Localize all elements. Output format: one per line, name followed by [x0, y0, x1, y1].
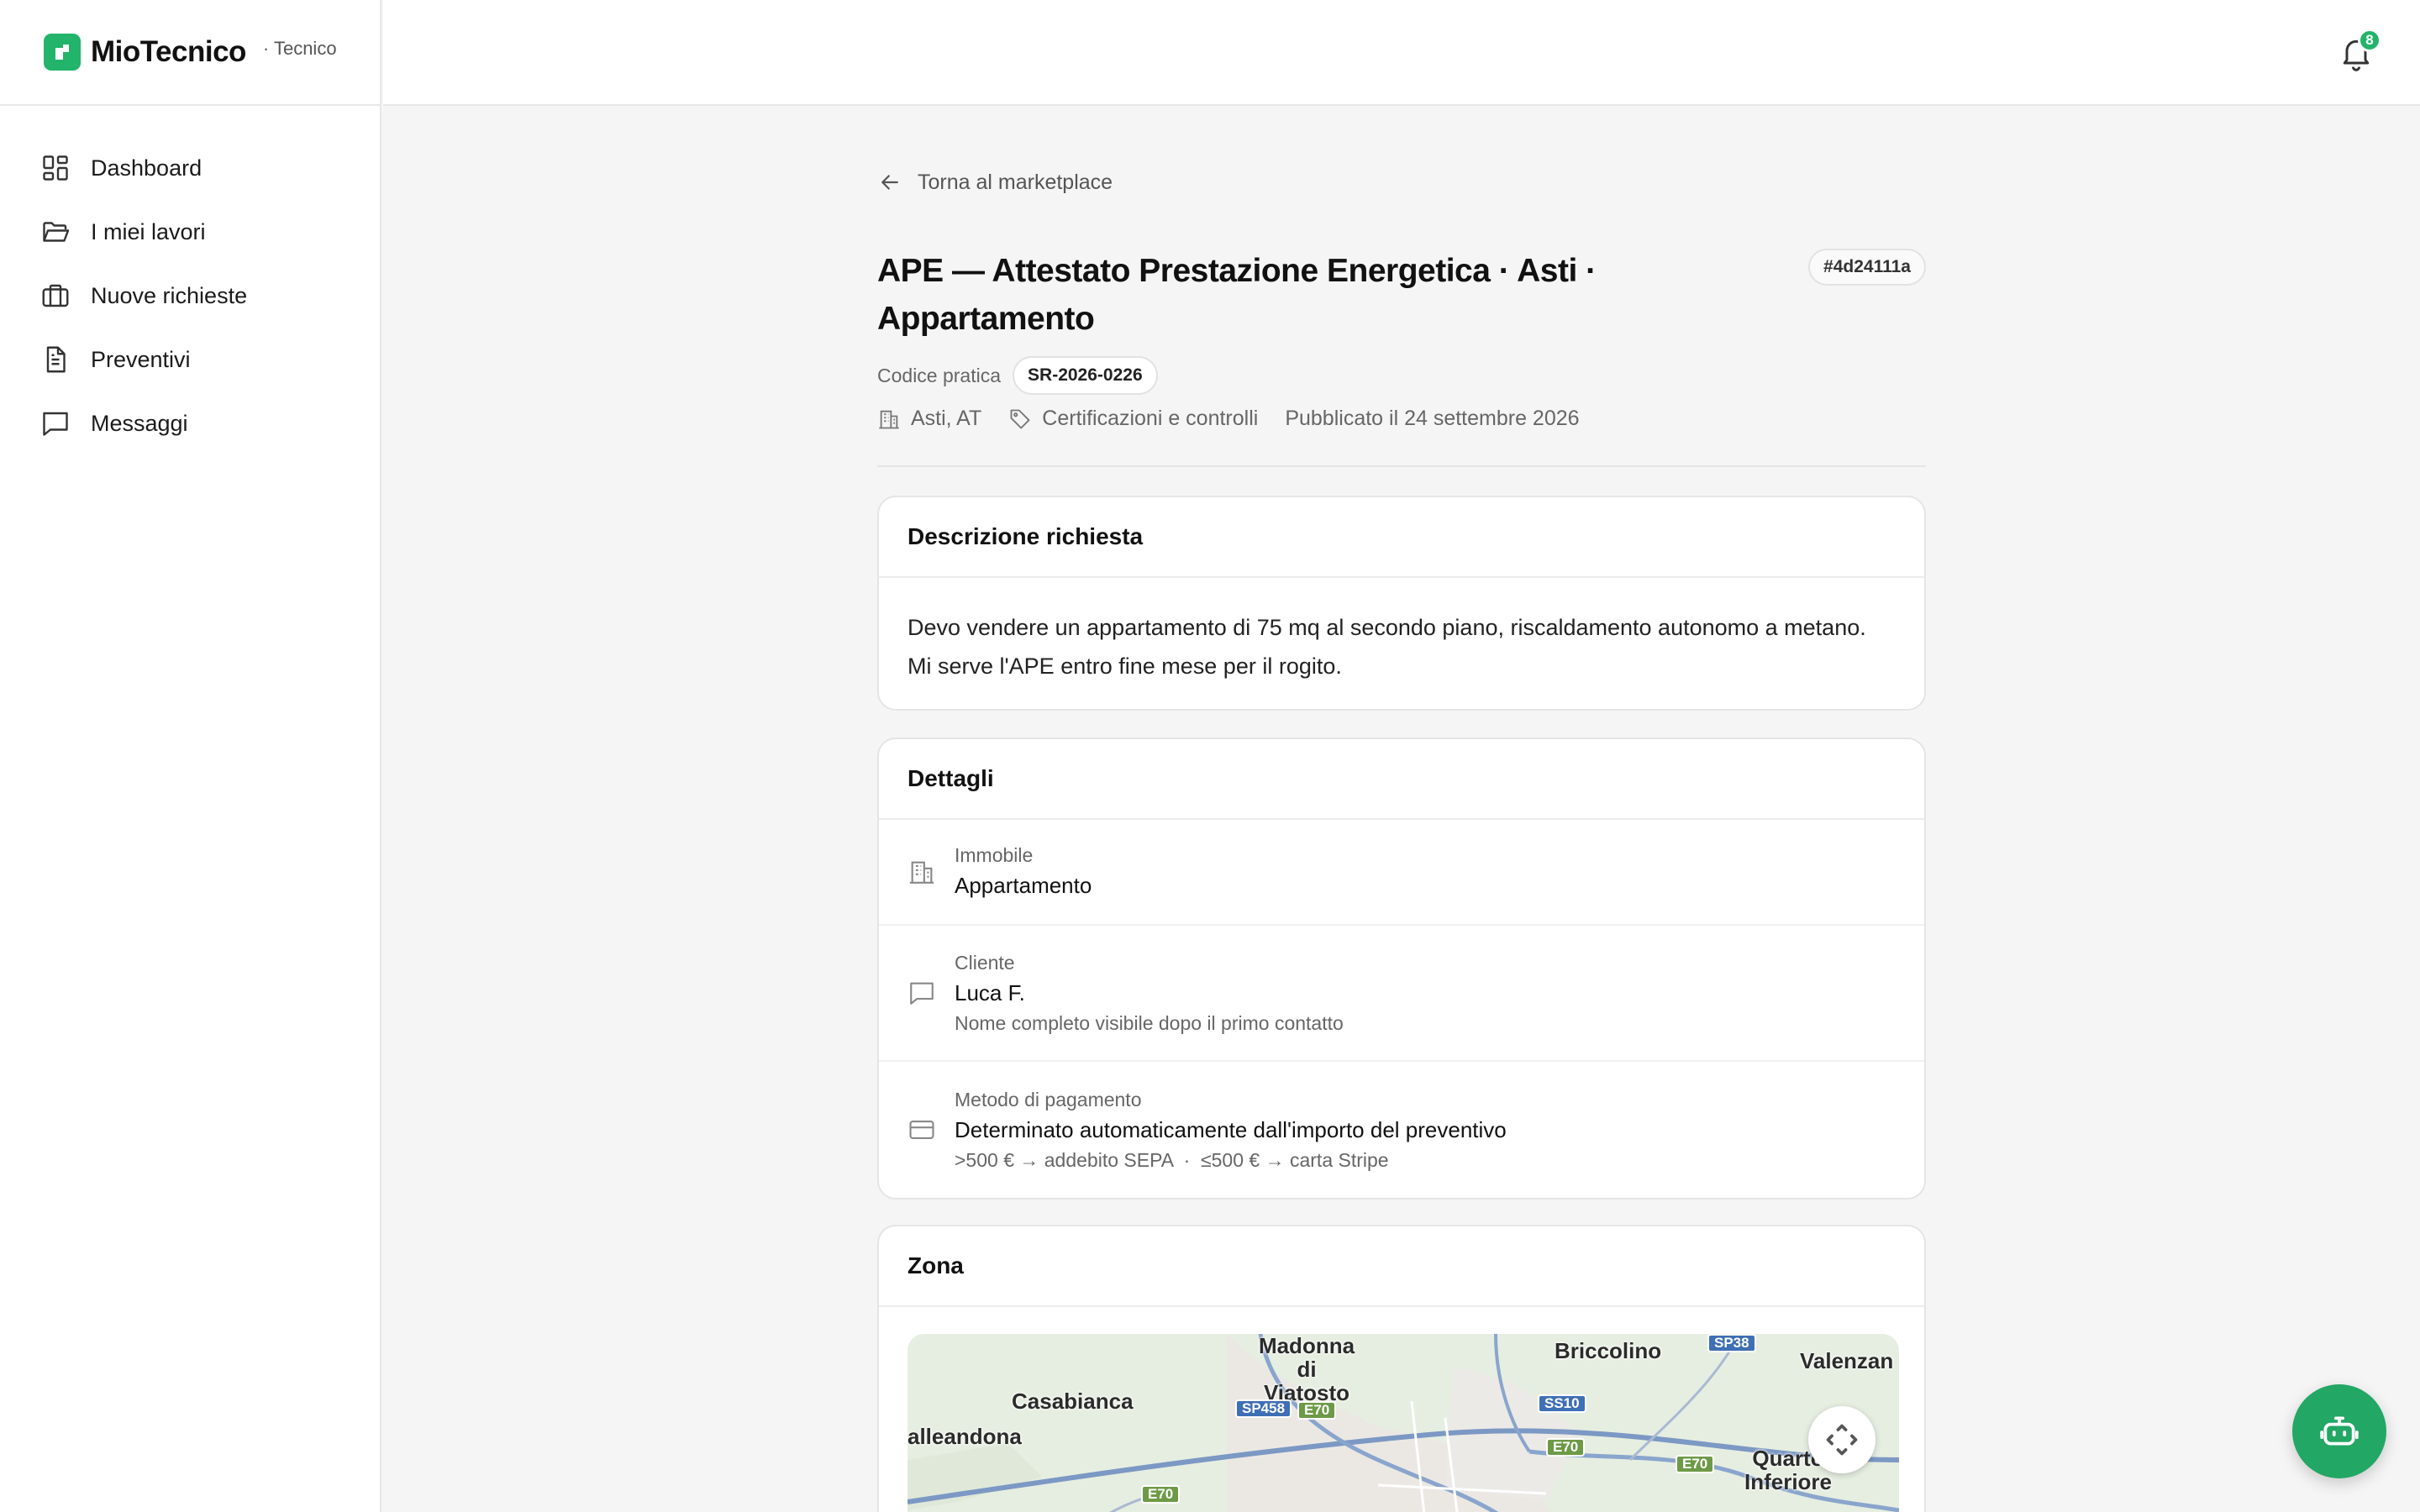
- property-value: Appartamento: [955, 873, 1092, 898]
- road-badge-sp458: SP458: [1235, 1399, 1292, 1418]
- client-value: Luca F.: [955, 980, 1025, 1005]
- sidebar-item-new-requests[interactable]: Nuove richieste: [0, 264, 380, 328]
- notifications-badge: 8: [2358, 29, 2381, 52]
- sidebar-item-messages[interactable]: Messaggi: [0, 391, 380, 455]
- description-card-title: Descrizione richiesta: [879, 497, 1924, 578]
- briefcase-icon: [42, 284, 69, 307]
- header-divider: [877, 465, 1926, 467]
- detail-payment: Metodo di pagamento Determinato automati…: [879, 1062, 1924, 1198]
- road-badge-e70-d: E70: [1141, 1485, 1181, 1504]
- detail-property: Immobile Appartamento: [879, 820, 1924, 926]
- meta-category: Certificazioni e controlli: [1008, 407, 1258, 431]
- details-card-title: Dettagli: [879, 739, 1924, 820]
- road-badge-sp38: SP38: [1707, 1334, 1756, 1352]
- practice-code-row: Codice pratica SR-2026-0226: [877, 356, 1158, 395]
- meta-location: Asti, AT: [877, 407, 981, 431]
- zone-map[interactable]: Madonna di Viatosto Briccolino Valenzan …: [908, 1334, 1899, 1512]
- document-icon: [46, 346, 66, 373]
- road-badge-ss10: SS10: [1538, 1394, 1586, 1413]
- expand-icon: [1826, 1424, 1858, 1456]
- map-label-briccolino: Briccolino: [1555, 1338, 1662, 1363]
- sidebar-nav: Dashboard I miei lavori Nuove richieste …: [0, 106, 380, 455]
- payment-note: >500 € → addebito SEPA · ≤500 € → carta …: [955, 1149, 1389, 1171]
- message-icon: [43, 412, 68, 436]
- meta-category-text: Certificazioni e controlli: [1042, 407, 1259, 430]
- meta-location-text: Asti, AT: [911, 407, 982, 430]
- building-icon: [909, 861, 934, 884]
- message-icon: [910, 982, 934, 1005]
- map-label-casabianca: Casabianca: [1012, 1389, 1134, 1414]
- back-link-label: Torna al marketplace: [918, 170, 1113, 194]
- robot-icon: [2320, 1416, 2359, 1446]
- sidebar: MioTecnico · Tecnico Dashboard I miei la…: [0, 0, 381, 1512]
- page-title: APE — Attestato Prestazione Energetica ·…: [877, 253, 1597, 337]
- folder-open-icon: [43, 222, 70, 242]
- request-meta: Asti, AT Certificazioni e controlli Pubb…: [877, 407, 1607, 431]
- detail-client: Cliente Luca F. Nome completo visibile d…: [879, 926, 1924, 1062]
- road-badge-e70-c: E70: [1676, 1455, 1715, 1473]
- map-label-alleandona: alleandona: [908, 1424, 1022, 1449]
- sidebar-item-label: Preventivi: [91, 346, 191, 372]
- practice-code-label: Codice pratica: [877, 364, 1002, 386]
- request-id-badge: #4d24111a: [1808, 249, 1926, 286]
- client-note: Nome completo visibile dopo il primo con…: [955, 1012, 1344, 1034]
- arrow-left-icon: [881, 175, 898, 190]
- client-label: Cliente: [955, 952, 1015, 974]
- zone-card: Zona Madonna di Viatosto Briccolino Vale…: [877, 1225, 1926, 1512]
- sidebar-item-label: Nuove richieste: [91, 282, 248, 308]
- description-card: Descrizione richiesta Devo vendere un ap…: [877, 496, 1926, 711]
- sidebar-item-my-jobs[interactable]: I miei lavori: [0, 200, 380, 264]
- practice-code-badge: SR-2026-0226: [1013, 356, 1158, 395]
- property-label: Immobile: [955, 844, 1034, 866]
- zone-card-title: Zona: [879, 1226, 1924, 1307]
- notifications-button[interactable]: 8: [2338, 29, 2381, 72]
- sidebar-item-dashboard[interactable]: Dashboard: [0, 136, 380, 200]
- details-card: Dettagli Immobile Appartamento Cliente L…: [877, 738, 1926, 1200]
- payment-value: Determinato automaticamente dall'importo…: [955, 1117, 1507, 1142]
- meta-published: Pubblicato il 24 settembre 2026: [1285, 407, 1579, 431]
- topbar: 8: [383, 0, 2420, 106]
- tag-icon: [1010, 409, 1030, 428]
- road-badge-e70-a: E70: [1297, 1401, 1337, 1420]
- dashboard-icon: [43, 155, 68, 181]
- building-icon: [879, 410, 899, 428]
- logo-icon: [44, 34, 81, 71]
- sidebar-item-quotes[interactable]: Preventivi: [0, 328, 380, 391]
- sidebar-item-label: Messaggi: [91, 410, 188, 436]
- payment-label: Metodo di pagamento: [955, 1089, 1142, 1110]
- map-label-madonna: Madonna di Viatosto: [1258, 1334, 1355, 1405]
- brand-role: · Tecnico: [262, 38, 337, 59]
- brand[interactable]: MioTecnico · Tecnico: [0, 0, 380, 106]
- assistant-bot-button[interactable]: [2292, 1384, 2386, 1478]
- map-fullscreen-button[interactable]: [1808, 1406, 1876, 1473]
- description-text: Devo vendere un appartamento di 75 mq al…: [908, 615, 1866, 679]
- credit-card-icon: [909, 1121, 934, 1139]
- map-label-valenzan: Valenzan: [1800, 1348, 1894, 1373]
- sidebar-item-label: I miei lavori: [91, 218, 206, 244]
- back-to-marketplace-link[interactable]: Torna al marketplace: [877, 170, 1113, 195]
- road-badge-e70-b: E70: [1546, 1438, 1586, 1457]
- brand-name: MioTecnico: [91, 35, 246, 68]
- meta-published-text: Pubblicato il 24 settembre 2026: [1285, 407, 1580, 430]
- sidebar-item-label: Dashboard: [91, 155, 203, 181]
